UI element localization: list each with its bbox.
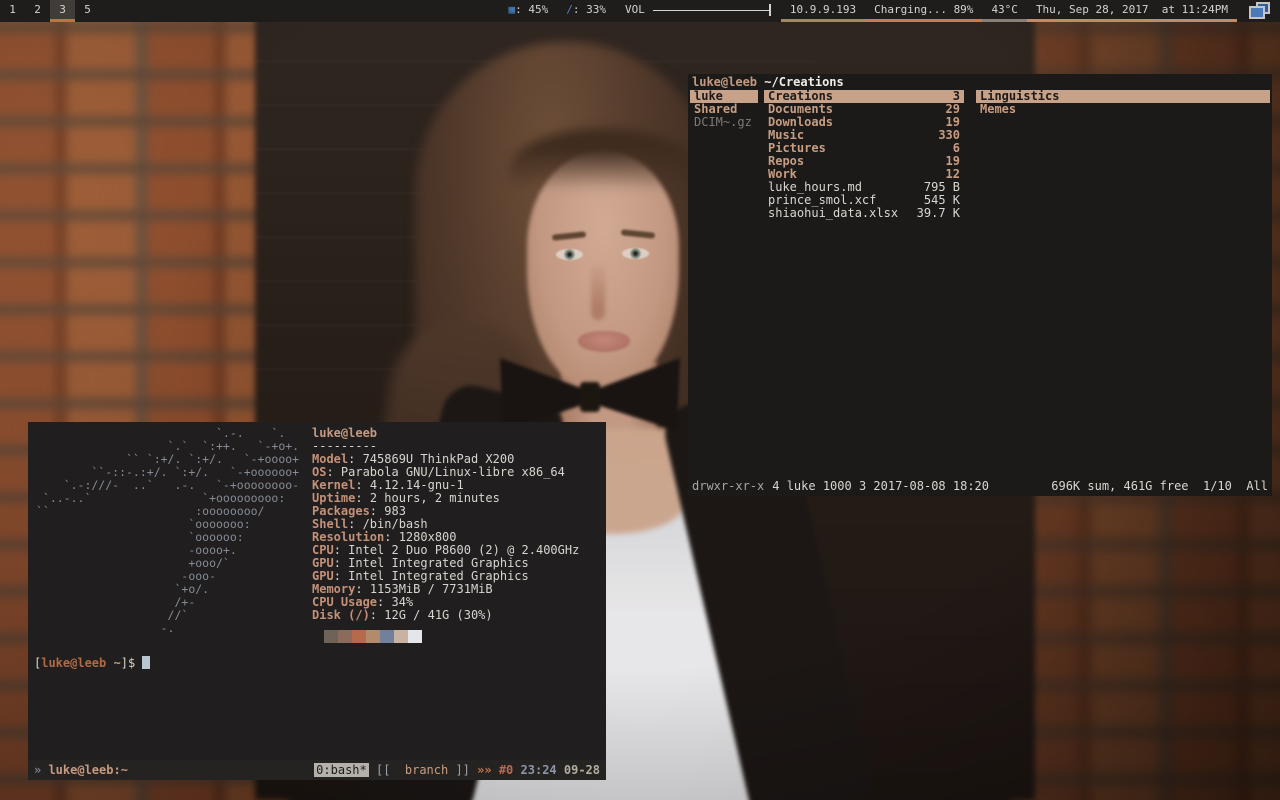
palette-swatch-6 — [394, 630, 408, 643]
palette-swatch-2 — [338, 630, 352, 643]
text-cursor — [142, 656, 150, 669]
memory-usage: ▦: 45% — [499, 0, 557, 22]
file-name: shiaohui_data.xlsx — [768, 207, 898, 220]
ranger-title-user: luke@leeb — [692, 75, 757, 89]
status-bar: 1 2 3 5 ▦: 45% /: 33% VOL 10.9.9.193 Cha… — [0, 0, 1280, 22]
preview-item-memes[interactable]: Memes — [976, 103, 1270, 116]
tmux-clock: 23:24 — [521, 763, 564, 777]
ranger-title-path: ~/Creations — [764, 75, 843, 89]
ip-address: 10.9.9.193 — [781, 0, 865, 22]
tmux-window-index: #0 — [499, 763, 521, 777]
workspace-button-2[interactable]: 2 — [25, 0, 50, 22]
file-permissions: drwxr-xr-x — [692, 479, 764, 493]
datetime: Thu, Sep 28, 2017 at 11:24PM — [1027, 0, 1237, 22]
battery-status-text: Charging... 89% — [874, 3, 973, 16]
file-row-shiaohui-data[interactable]: shiaohui_data.xlsx 39.7 K — [764, 207, 964, 220]
tmux-session-tab[interactable]: 0:bash* — [314, 763, 369, 777]
ranger-preview-column: Linguistics Memes — [976, 90, 1270, 116]
neofetch-ascii-art: `.-. `. `.` `:++. `-+o+. `` `:+/. `:+/. … — [36, 427, 299, 635]
ranger-parent-column: luke Shared DCIM~.gz — [690, 90, 758, 129]
tmux-status-bar: » luke@leeb:~ 0:bash* [[ branch ]] »» #0… — [28, 760, 606, 780]
file-metadata: 4 luke 1000 3 2017-08-08 18:20 — [772, 479, 989, 493]
datetime-text: Thu, Sep 28, 2017 at 11:24PM — [1036, 3, 1228, 16]
disk-icon: / — [566, 3, 573, 16]
volume-label: VOL — [625, 0, 645, 20]
neofetch-color-palette — [324, 630, 422, 643]
disk-value: : 33% — [573, 3, 606, 16]
chevrons-icon: »» — [477, 763, 499, 777]
palette-swatch-4 — [366, 630, 380, 643]
temperature-text: 43°C — [991, 3, 1018, 16]
tmux-status-left: » luke@leeb:~ — [34, 764, 128, 777]
workspace-button-3-active[interactable]: 3 — [50, 0, 75, 22]
temperature: 43°C — [982, 0, 1027, 22]
ranger-status-left: drwxr-xr-x 4 luke 1000 3 2017-08-08 18:20 — [692, 480, 989, 493]
ranger-title: luke@leeb ~/Creations — [692, 76, 844, 89]
palette-swatch-7 — [408, 630, 422, 643]
tmux-host: luke@leeb:~ — [48, 763, 127, 777]
ranger-status-bar: drwxr-xr-x 4 luke 1000 3 2017-08-08 18:20… — [692, 480, 1268, 493]
parent-item-dcim[interactable]: DCIM~.gz — [690, 116, 758, 129]
monitor-icon-front — [1249, 6, 1265, 19]
workspace-button-1[interactable]: 1 — [0, 0, 25, 22]
battery-status: Charging... 89% — [865, 0, 982, 22]
shell-prompt[interactable]: [luke@leeb ~]$ — [34, 656, 150, 670]
chevron-icon: » — [34, 763, 48, 777]
palette-swatch-1 — [324, 630, 338, 643]
tmux-status-right: 0:bash* [[ branch ]] »» #0 23:24 09-28 — [314, 764, 600, 777]
monitor-tray-icon[interactable] — [1249, 2, 1270, 20]
disk-usage: /: 33% — [557, 0, 615, 22]
neofetch-info: luke@leeb --------- Model: 745869U Think… — [312, 427, 579, 622]
volume-slider[interactable] — [653, 4, 771, 16]
ranger-main-column: Creations3 Documents29 Downloads19 Music… — [764, 90, 964, 220]
palette-swatch-5 — [380, 630, 394, 643]
palette-swatch-3 — [352, 630, 366, 643]
volume-control: VOL — [615, 0, 781, 22]
parent-item-shared[interactable]: Shared — [690, 103, 758, 116]
tmux-date: 09-28 — [564, 763, 600, 777]
memory-value: : 45% — [515, 3, 548, 16]
parent-item-luke[interactable]: luke — [690, 90, 758, 103]
terminal-window[interactable]: `.-. `. `.` `:++. `-+o+. `` `:+/. `:+/. … — [28, 422, 606, 780]
ip-address-text: 10.9.9.193 — [790, 3, 856, 16]
prompt-path: ~ — [106, 656, 120, 670]
workspace-button-5[interactable]: 5 — [75, 0, 100, 22]
prompt-user: luke@leeb — [41, 656, 106, 670]
file-size: 39.7 K — [917, 207, 960, 220]
git-branch-label: branch — [405, 763, 448, 777]
neofetch-disk: Disk (/): 12G / 41G (30%) — [312, 609, 579, 622]
ranger-window[interactable]: luke@leeb ~/Creations luke Shared DCIM~.… — [688, 74, 1272, 496]
preview-item-linguistics[interactable]: Linguistics — [976, 90, 1270, 103]
ranger-status-right: 696K sum, 461G free 1/10 All — [1051, 480, 1268, 493]
status-bar-right: ▦: 45% /: 33% VOL 10.9.9.193 Charging...… — [499, 0, 1280, 22]
